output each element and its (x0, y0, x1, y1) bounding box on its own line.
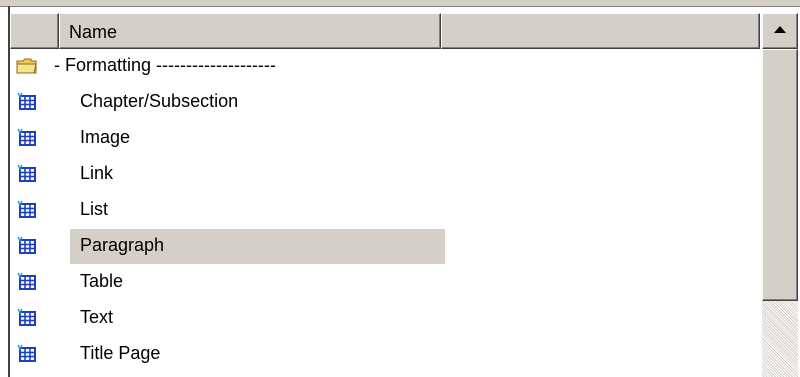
list-item[interactable]: List (10, 193, 762, 228)
list-item-label: Chapter/Subsection (80, 91, 239, 111)
list-item[interactable]: Text (10, 301, 762, 336)
list-item-label: Table (80, 271, 124, 291)
table-icon (16, 343, 38, 365)
list-item-label: List (80, 199, 109, 219)
list-item[interactable]: Title Page (10, 337, 762, 372)
list-item-label: Text (80, 307, 114, 327)
vertical-scrollbar[interactable] (762, 13, 798, 377)
list-item[interactable]: Chapter/Subsection (10, 85, 762, 120)
list-item[interactable]: - Formatting -------------------- (10, 49, 762, 84)
column-header-extra[interactable] (441, 13, 760, 49)
folder-icon (16, 55, 38, 77)
list-item-label: Image (80, 127, 131, 147)
item-list: - Formatting -------------------- Chapter… (10, 49, 762, 377)
column-header-name[interactable]: Name (59, 13, 441, 49)
table-icon (16, 199, 38, 221)
list-item-label: Link (80, 163, 114, 183)
table-icon (16, 271, 38, 293)
list-item-label: Title Page (80, 343, 161, 363)
column-header-icon[interactable] (10, 13, 59, 49)
list-item[interactable]: Paragraph (10, 229, 762, 264)
scroll-thumb[interactable] (762, 49, 798, 301)
scroll-up-button[interactable] (762, 13, 798, 49)
column-header-bar: Name (10, 13, 762, 49)
table-icon (16, 307, 38, 329)
list-item[interactable]: Link (10, 157, 762, 192)
column-header-name-label: Name (69, 22, 118, 42)
table-icon (16, 163, 38, 185)
arrow-up-icon (774, 26, 786, 33)
list-item[interactable]: Image (10, 121, 762, 156)
list-item-label: - Formatting -------------------- (54, 55, 276, 75)
top-border (0, 0, 800, 7)
table-icon (16, 235, 38, 257)
table-icon (16, 91, 38, 113)
list-item-label: Paragraph (80, 235, 165, 255)
list-view-window: Name - Formatting -------------------- Ch… (0, 0, 800, 377)
table-icon (16, 127, 38, 149)
list-item[interactable]: Table (10, 265, 762, 300)
